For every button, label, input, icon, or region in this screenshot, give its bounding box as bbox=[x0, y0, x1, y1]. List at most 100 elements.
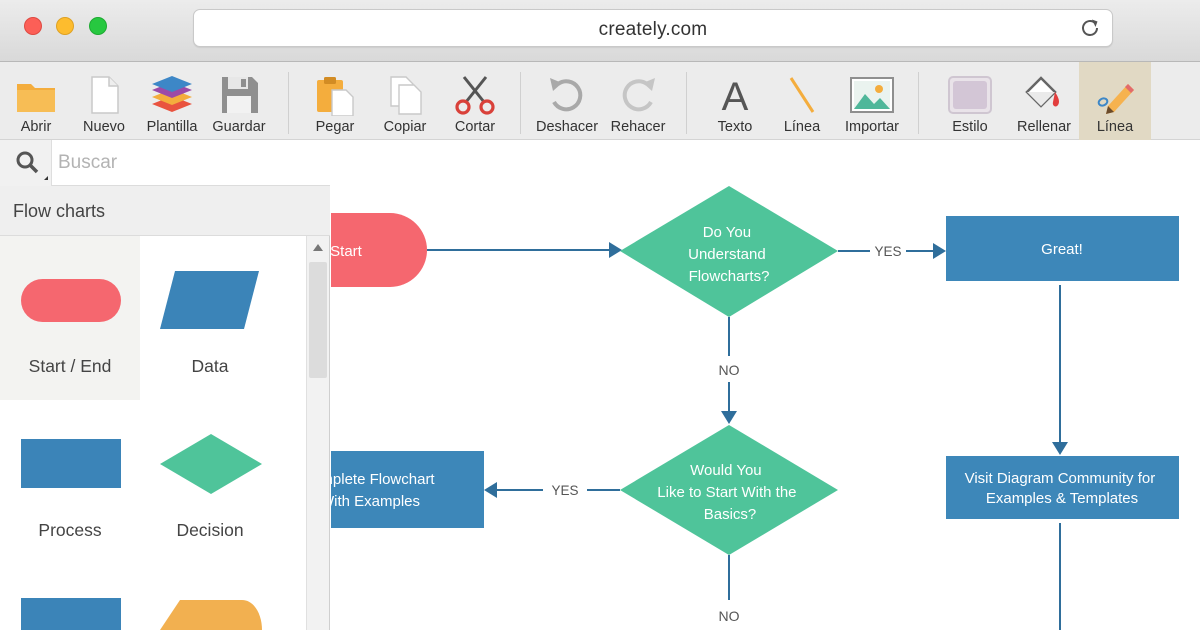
connector-great-to-visit[interactable] bbox=[1052, 285, 1068, 455]
undo-icon bbox=[550, 78, 583, 112]
toolbar-separator bbox=[288, 72, 289, 134]
undo-button[interactable]: Deshacer bbox=[532, 62, 602, 140]
scroll-up-arrow-icon[interactable] bbox=[313, 244, 323, 251]
search-button[interactable] bbox=[0, 140, 52, 186]
line-tool-label: Línea bbox=[783, 119, 821, 135]
toolbar-separator bbox=[520, 72, 521, 134]
process-complete-flowchart[interactable]: Complete Flowchart With Examples bbox=[331, 451, 484, 528]
copy-icon bbox=[390, 76, 422, 115]
import-button[interactable]: Importar bbox=[838, 62, 906, 140]
floppy-disk-icon bbox=[222, 77, 258, 113]
toolbar-separator bbox=[686, 72, 687, 134]
clipboard-icon bbox=[317, 77, 354, 116]
shape-data[interactable]: Data bbox=[140, 236, 280, 400]
shape-panel-scrollbar[interactable] bbox=[306, 236, 329, 630]
decision-start-with-basics[interactable]: Would You Like to Start With the Basics? bbox=[620, 425, 838, 555]
scrollbar-thumb[interactable] bbox=[309, 262, 327, 378]
browser-titlebar: creately.com bbox=[0, 0, 1200, 62]
line-style-label: Línea bbox=[1096, 119, 1134, 135]
cut-label: Cortar bbox=[454, 119, 496, 135]
template-label: Plantilla bbox=[146, 119, 198, 135]
cut-button[interactable]: Cortar bbox=[442, 62, 508, 140]
layers-icon bbox=[152, 76, 192, 112]
decision-understand-flowcharts[interactable]: Do You Understand Flowcharts? bbox=[620, 186, 838, 317]
image-icon bbox=[850, 77, 894, 113]
shape-decision[interactable]: Decision bbox=[140, 400, 280, 564]
redo-button[interactable]: Rehacer bbox=[606, 62, 670, 140]
import-label: Importar bbox=[845, 119, 899, 135]
text-tool-button[interactable]: A Texto bbox=[702, 62, 768, 140]
open-label: Abrir bbox=[20, 119, 52, 135]
yes-label: YES bbox=[874, 244, 901, 259]
shape-start-end[interactable]: Start / End bbox=[0, 236, 140, 400]
great-label: Great! bbox=[1041, 241, 1083, 258]
rectangle-shape-preview bbox=[21, 598, 121, 630]
start-label: Start bbox=[331, 243, 363, 260]
open-button[interactable]: Abrir bbox=[4, 62, 68, 140]
process-great[interactable]: Great! bbox=[946, 216, 1179, 281]
style-swatch-icon bbox=[948, 76, 992, 114]
copy-button[interactable]: Copiar bbox=[372, 62, 438, 140]
terminator-shape-preview bbox=[21, 279, 121, 322]
shape-library-panel: Flow charts Start / End Data Process bbox=[0, 140, 330, 630]
redo-icon bbox=[622, 78, 655, 112]
line-style-button[interactable]: Línea bbox=[1079, 62, 1151, 140]
shape-label: Process bbox=[38, 520, 102, 540]
fill-button[interactable]: Rellenar bbox=[1010, 62, 1078, 140]
text-tool-label: Texto bbox=[717, 119, 753, 135]
line-icon bbox=[789, 77, 815, 113]
pencil-icon bbox=[1097, 84, 1134, 114]
shape-label: Data bbox=[191, 356, 229, 376]
minimize-window-button[interactable] bbox=[56, 17, 74, 35]
svg-text:A: A bbox=[722, 75, 749, 116]
section-header-flow-charts[interactable]: Flow charts bbox=[0, 186, 330, 236]
style-label: Estilo bbox=[952, 119, 988, 135]
connector-no-to-decision2[interactable]: NO bbox=[719, 317, 740, 424]
paint-bucket-icon bbox=[1025, 76, 1059, 108]
paste-button[interactable]: Pegar bbox=[302, 62, 368, 140]
text-icon: A bbox=[722, 75, 749, 116]
template-button[interactable]: Plantilla bbox=[140, 62, 204, 140]
reload-icon[interactable] bbox=[1078, 16, 1102, 40]
new-label: Nuevo bbox=[83, 119, 125, 135]
toolbar: Abrir Nuevo Plantilla Guardar Pegar Copi… bbox=[0, 62, 1200, 140]
scissors-icon bbox=[455, 76, 495, 115]
shape-search-input[interactable] bbox=[52, 140, 329, 185]
toolbar-separator bbox=[918, 72, 919, 134]
shape-partial-rectangle[interactable] bbox=[0, 564, 140, 630]
shape-grid: Start / End Data Process Decision bbox=[0, 236, 306, 630]
redo-label: Rehacer bbox=[610, 119, 666, 135]
address-bar[interactable]: creately.com bbox=[193, 9, 1113, 47]
shape-process[interactable]: Process bbox=[0, 400, 140, 564]
display-shape-preview bbox=[160, 600, 262, 630]
no-label: NO bbox=[719, 362, 740, 378]
start-terminator[interactable]: Start bbox=[331, 213, 427, 287]
diagram-canvas[interactable]: Start Do You Understand Flowcharts? YES bbox=[331, 140, 1200, 630]
new-document-icon bbox=[91, 76, 119, 114]
process-visit-community[interactable]: Visit Diagram Community for Examples & T… bbox=[946, 456, 1179, 519]
diamond-shape-preview bbox=[160, 434, 262, 494]
maximize-window-button[interactable] bbox=[89, 17, 107, 35]
close-window-button[interactable] bbox=[24, 17, 42, 35]
undo-label: Deshacer bbox=[535, 119, 599, 135]
paste-label: Pegar bbox=[315, 119, 355, 135]
shape-search-row bbox=[0, 140, 330, 186]
yes-label: YES bbox=[551, 483, 578, 498]
shape-label: Start / End bbox=[28, 356, 112, 376]
new-button[interactable]: Nuevo bbox=[72, 62, 136, 140]
save-label: Guardar bbox=[212, 119, 266, 135]
save-button[interactable]: Guardar bbox=[206, 62, 272, 140]
parallelogram-shape-preview bbox=[160, 271, 259, 329]
shape-partial-hexagon[interactable] bbox=[140, 564, 280, 630]
connector-yes-to-complete[interactable]: YES bbox=[484, 482, 620, 498]
url-text: creately.com bbox=[598, 19, 708, 40]
style-button[interactable]: Estilo bbox=[934, 62, 1006, 140]
folder-icon bbox=[17, 84, 55, 112]
copy-label: Copiar bbox=[383, 119, 427, 135]
line-tool-button[interactable]: Línea bbox=[770, 62, 834, 140]
connector-start-to-decision[interactable] bbox=[427, 242, 622, 258]
connector-yes-to-great[interactable]: YES bbox=[838, 243, 946, 259]
shape-label: Decision bbox=[176, 520, 244, 540]
flowchart-diagram: Start Do You Understand Flowcharts? YES bbox=[331, 186, 1179, 630]
connector-no-down[interactable]: NO bbox=[719, 555, 740, 624]
